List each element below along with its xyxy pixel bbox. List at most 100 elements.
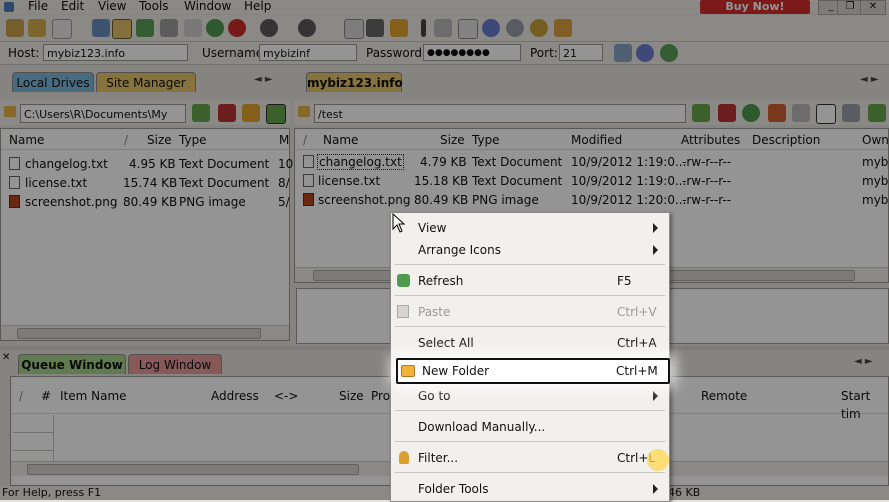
close-queue-icon[interactable]: ✕ bbox=[2, 352, 10, 363]
buy-now-button[interactable]: Buy Now! bbox=[700, 0, 810, 14]
queue-col-address[interactable]: Address bbox=[211, 387, 259, 405]
quick-connect-icon[interactable] bbox=[614, 44, 632, 62]
tree-icon[interactable] bbox=[136, 19, 154, 37]
new-file-icon[interactable] bbox=[52, 19, 72, 39]
table-row[interactable]: changelog.txt 4.79 KB Text Document 10/9… bbox=[295, 153, 889, 172]
delete-remote-icon[interactable] bbox=[718, 104, 736, 122]
shield-icon[interactable] bbox=[554, 19, 572, 37]
pause-icon[interactable] bbox=[184, 19, 202, 37]
local-path-input[interactable]: C:\Users\R\Documents\My bbox=[20, 104, 186, 123]
tab-queue-window[interactable]: Queue Window bbox=[18, 354, 126, 374]
local-col-type[interactable]: Type bbox=[179, 131, 207, 149]
close-button[interactable]: ✕ bbox=[860, 0, 886, 15]
upload-icon[interactable] bbox=[298, 19, 316, 37]
port-input[interactable]: 21 bbox=[559, 44, 603, 61]
table-row[interactable]: screenshot.png 80.49 KB PNG image 5/ bbox=[1, 193, 290, 212]
tab-site-manager[interactable]: Site Manager bbox=[96, 72, 196, 92]
menu-item-arrange-icons[interactable]: Arrange Icons bbox=[391, 239, 669, 261]
tab-remote-site[interactable]: mybiz123.info bbox=[306, 72, 403, 92]
terminal-icon[interactable] bbox=[366, 19, 384, 37]
remote-col-size[interactable]: Size bbox=[440, 131, 465, 149]
menu-view[interactable]: View bbox=[98, 0, 126, 13]
checklist-icon[interactable] bbox=[458, 19, 478, 39]
scroll-thumb[interactable] bbox=[17, 328, 261, 339]
local-file-list[interactable]: Name / Size Type M changelog.txt 4.95 KB… bbox=[0, 128, 293, 341]
table-row[interactable]: changelog.txt 4.95 KB Text Document 10 bbox=[1, 155, 293, 174]
new-folder-icon[interactable] bbox=[390, 19, 408, 37]
remote-col-owner[interactable]: Owne bbox=[862, 131, 889, 149]
remote-col-attributes[interactable]: Attributes bbox=[681, 131, 740, 149]
queue-col-item-name[interactable]: Item Name bbox=[60, 387, 127, 405]
remote-tools-icon[interactable] bbox=[842, 104, 860, 122]
remote-path-input[interactable]: /test bbox=[314, 104, 686, 123]
menu-help[interactable]: Help bbox=[244, 0, 271, 13]
properties-icon[interactable] bbox=[344, 19, 364, 39]
exclamation-icon[interactable] bbox=[421, 19, 426, 37]
disconnect-icon[interactable] bbox=[92, 19, 110, 37]
remote-new-folder-icon[interactable] bbox=[768, 104, 786, 122]
queue-col-remote[interactable]: Remote bbox=[701, 387, 747, 405]
menu-item-new-folder[interactable]: New Folder Ctrl+M bbox=[396, 358, 670, 384]
plug-icon[interactable] bbox=[112, 19, 132, 39]
globe-connect-icon[interactable] bbox=[636, 44, 654, 62]
add-site-icon[interactable] bbox=[660, 44, 678, 62]
remote-col-name[interactable]: Name bbox=[323, 131, 358, 149]
delete-local-icon[interactable] bbox=[218, 104, 236, 122]
local-col-size[interactable]: Size bbox=[147, 131, 172, 149]
tab-local-drives[interactable]: Local Drives bbox=[12, 72, 94, 92]
up-folder-icon[interactable] bbox=[192, 104, 210, 122]
stop-icon[interactable] bbox=[228, 19, 246, 37]
remote-col-description[interactable]: Description bbox=[752, 131, 820, 149]
queue-col-progress[interactable]: Pro bbox=[371, 387, 390, 405]
queue-col-size[interactable]: Size bbox=[339, 387, 364, 405]
table-row[interactable]: screenshot.png 80.49 KB PNG image 10/9/2… bbox=[295, 191, 889, 210]
host-input[interactable]: mybiz123.info bbox=[43, 44, 188, 61]
click-indicator-icon bbox=[647, 449, 669, 471]
menu-window[interactable]: Window bbox=[184, 0, 231, 13]
username-input[interactable]: mybizinf bbox=[259, 44, 357, 61]
menu-item-go-to[interactable]: Go to bbox=[391, 385, 669, 407]
settings-icon[interactable] bbox=[506, 19, 524, 37]
wand-icon[interactable] bbox=[28, 19, 46, 37]
queue-col-number[interactable]: # bbox=[41, 387, 51, 405]
local-col-name[interactable]: Name bbox=[9, 131, 44, 149]
remote-col-modified[interactable]: Modified bbox=[571, 131, 622, 149]
remote-up-folder-icon[interactable] bbox=[692, 104, 710, 122]
left-tab-nav-icon[interactable]: ◄ ► bbox=[254, 74, 273, 85]
menu-file[interactable]: File bbox=[28, 0, 48, 13]
tab-log-window[interactable]: Log Window bbox=[128, 354, 222, 374]
local-col-modified[interactable]: M bbox=[279, 131, 289, 149]
remote-cancel-icon[interactable] bbox=[792, 104, 810, 122]
remote-col-type[interactable]: Type bbox=[472, 131, 500, 149]
sync-icon[interactable] bbox=[266, 104, 286, 124]
local-horizontal-scrollbar[interactable] bbox=[1, 325, 289, 340]
new-local-folder-icon[interactable] bbox=[242, 104, 260, 122]
download-icon[interactable] bbox=[260, 19, 278, 37]
table-row[interactable]: license.txt 15.74 KB Text Document 8/ bbox=[1, 174, 290, 193]
delete-icon[interactable] bbox=[434, 19, 452, 37]
menu-item-folder-tools[interactable]: Folder Tools bbox=[391, 478, 669, 500]
remote-sync-icon[interactable] bbox=[868, 104, 886, 122]
connect-icon[interactable] bbox=[6, 19, 24, 37]
menu-item-refresh[interactable]: Refresh F5 bbox=[391, 270, 669, 292]
menu-item-paste[interactable]: Paste Ctrl+V bbox=[391, 301, 669, 323]
headset-icon[interactable] bbox=[530, 19, 548, 37]
menu-item-view[interactable]: View bbox=[391, 217, 669, 239]
right-tab-nav-icon[interactable]: ◄ ► bbox=[860, 74, 879, 85]
menu-tools[interactable]: Tools bbox=[139, 0, 169, 13]
queue-col-start-time[interactable]: Start tim bbox=[841, 387, 888, 421]
remote-refresh-icon[interactable] bbox=[742, 104, 760, 122]
menu-edit[interactable]: Edit bbox=[61, 0, 84, 13]
menu-item-select-all[interactable]: Select All Ctrl+A bbox=[391, 332, 669, 354]
queue-tab-nav-icon[interactable]: ◄ ► bbox=[854, 356, 873, 367]
menu-item-download-manually[interactable]: Download Manually... bbox=[391, 416, 669, 438]
refresh-icon[interactable] bbox=[206, 19, 224, 37]
queue-col-direction[interactable]: <-> bbox=[274, 387, 298, 405]
table-row[interactable]: license.txt 15.18 KB Text Document 10/9/… bbox=[295, 172, 889, 191]
view-mode-icon[interactable] bbox=[816, 104, 836, 124]
password-input[interactable]: ●●●●●●●● bbox=[423, 44, 521, 61]
globe-icon[interactable] bbox=[482, 19, 500, 37]
menu-item-filter[interactable]: Filter... Ctrl+L bbox=[391, 447, 669, 469]
scroll-thumb[interactable] bbox=[27, 464, 359, 475]
computer-icon[interactable] bbox=[160, 19, 178, 37]
